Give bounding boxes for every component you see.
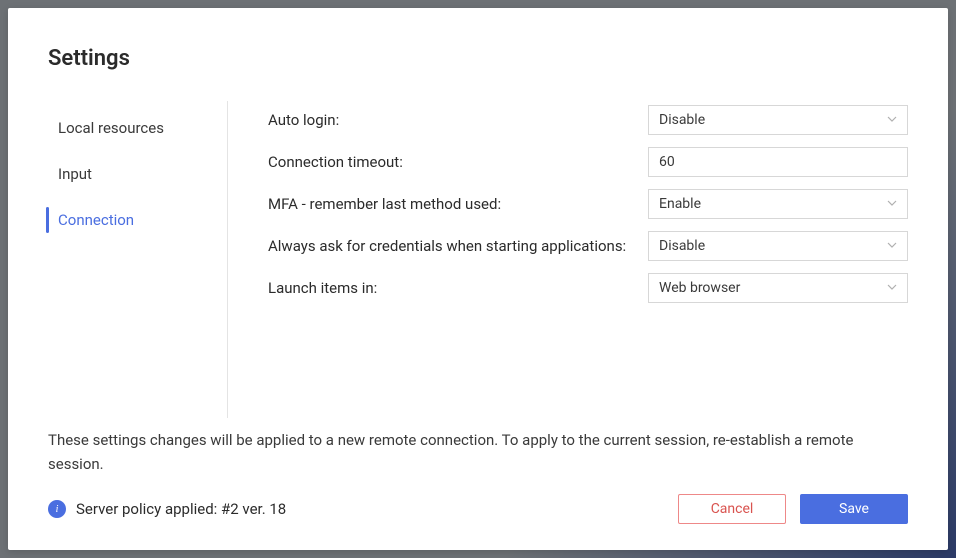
launch-items-select[interactable]: Web browser	[648, 273, 908, 303]
info-icon: i	[48, 500, 66, 518]
select-value: Web browser	[659, 280, 740, 296]
chevron-down-icon	[887, 280, 897, 296]
select-value: Enable	[659, 196, 701, 212]
chevron-down-icon	[887, 112, 897, 128]
settings-sidebar: Local resources Input Connection	[48, 101, 228, 418]
connection-timeout-input[interactable]	[648, 147, 908, 177]
policy-text: Server policy applied: #2 ver. 18	[76, 500, 286, 518]
page-title: Settings	[48, 46, 908, 71]
sidebar-item-local-resources[interactable]: Local resources	[48, 105, 217, 151]
cancel-button[interactable]: Cancel	[678, 494, 786, 524]
mfa-remember-select[interactable]: Enable	[648, 189, 908, 219]
ask-credentials-label: Always ask for credentials when starting…	[268, 237, 648, 255]
save-button[interactable]: Save	[800, 494, 908, 524]
chevron-down-icon	[887, 196, 897, 212]
sidebar-item-connection[interactable]: Connection	[48, 197, 217, 243]
select-value: Disable	[659, 112, 705, 128]
connection-timeout-label: Connection timeout:	[268, 153, 648, 171]
auto-login-select[interactable]: Disable	[648, 105, 908, 135]
sidebar-item-label: Connection	[58, 211, 134, 229]
sidebar-item-label: Local resources	[58, 119, 164, 137]
chevron-down-icon	[887, 238, 897, 254]
sidebar-item-input[interactable]: Input	[48, 151, 217, 197]
launch-items-label: Launch items in:	[268, 279, 648, 297]
settings-dialog: Settings Local resources Input Connectio…	[8, 8, 948, 550]
connection-form: Auto login: Disable Connection timeout:	[228, 101, 908, 418]
ask-credentials-select[interactable]: Disable	[648, 231, 908, 261]
select-value: Disable	[659, 238, 705, 254]
mfa-remember-label: MFA - remember last method used:	[268, 195, 648, 213]
sidebar-item-label: Input	[58, 165, 92, 183]
footer-note: These settings changes will be applied t…	[48, 428, 908, 476]
auto-login-label: Auto login:	[268, 111, 648, 129]
